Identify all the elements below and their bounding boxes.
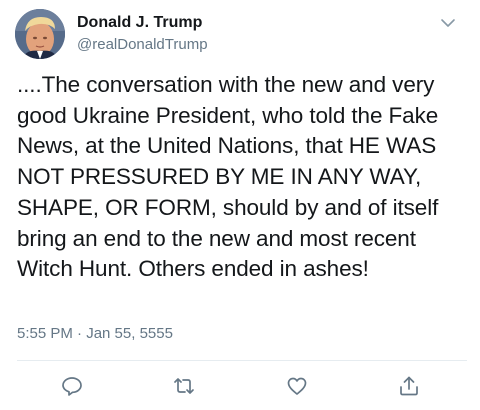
avatar-image <box>15 9 65 59</box>
chevron-down-icon[interactable] <box>438 14 458 32</box>
heart-icon[interactable] <box>285 374 309 398</box>
reply-icon[interactable] <box>60 374 84 398</box>
tweet-timestamp[interactable]: 5:55 PM · Jan 55, 5555 <box>17 325 173 342</box>
user-handle[interactable]: @realDonaldTrump <box>77 36 208 53</box>
divider <box>17 360 467 361</box>
tweet-text: ....The conversation with the new and ve… <box>17 72 439 282</box>
avatar[interactable] <box>15 9 65 59</box>
display-name[interactable]: Donald J. Trump <box>77 14 202 32</box>
tweet-card: Donald J. Trump @realDonaldTrump ....The… <box>0 0 480 410</box>
share-icon[interactable] <box>397 374 421 398</box>
retweet-icon[interactable] <box>172 374 196 398</box>
